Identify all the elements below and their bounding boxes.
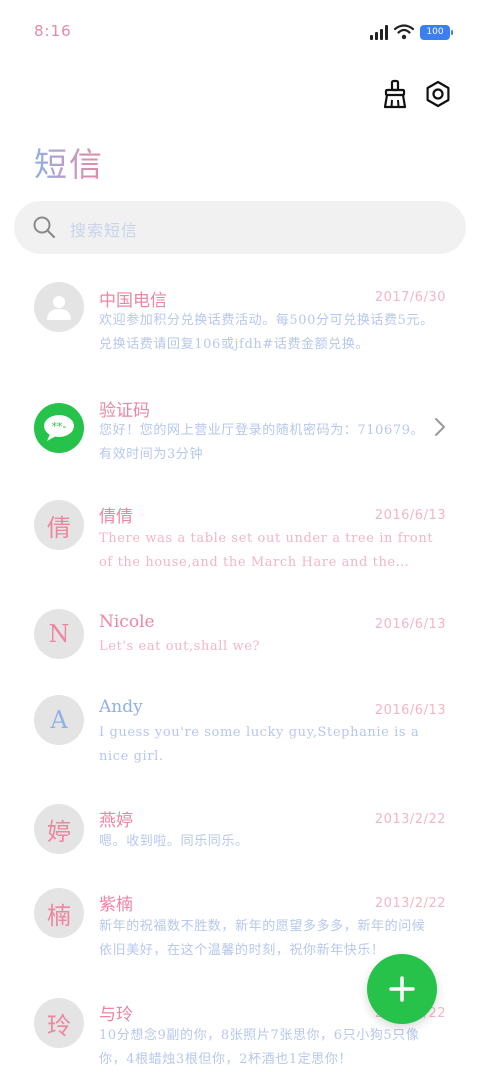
message-preview: 欢迎参加积分兑换话费活动。每500分可兑换话费5元。兑换话费请回复106或jfd… [99,313,434,352]
avatar [34,282,84,332]
avatar: A [34,695,84,745]
search-placeholder: 搜索短信 [70,221,139,240]
svg-text:**-: **- [52,420,67,433]
list-item[interactable]: 婷 燕婷 2013/2/22 嗯。收到啦。同乐同乐。 [0,804,480,864]
sender-name: 燕婷 [99,811,133,831]
status-bar: 8:16 100 [0,0,480,66]
message-date: 2013/2/22 [374,812,446,827]
sender-name: 紫楠 [99,895,133,915]
avatar: 倩 [34,500,84,550]
sender-name: 验证码 [99,401,150,421]
plus-icon [389,976,415,1002]
list-item[interactable]: N Nicole 2016/6/13 Let's eat out,shall w… [0,609,480,669]
message-preview: 嗯。收到啦。同乐同乐。 [99,834,249,849]
sender-name: 与玲 [99,1005,133,1025]
message-preview: 新年的祝福数不胜数，新年的愿望多多多，新年的问候依旧美好，在这个温馨的时刻，祝你… [99,919,426,958]
broom-icon [383,79,407,109]
chevron-right-icon [435,418,445,436]
avatar: 玲 [34,998,84,1048]
message-date: 2016/6/13 [374,617,446,632]
battery-level: 100 [426,27,444,37]
sender-name: Andy [99,697,143,717]
search-icon [33,216,56,239]
message-date: 2016/6/13 [374,703,446,718]
gear-icon [426,80,450,108]
settings-button[interactable] [420,76,456,112]
avatar: 楠 [34,888,84,938]
status-icons: 100 [370,24,453,40]
list-item[interactable]: 倩 倩倩 2016/6/13 There was a table set out… [0,500,480,580]
message-preview: 您好！您的网上营业厅登录的随机密码为：710679。有效时间为3分钟 [99,423,425,462]
message-preview: There was a table set out under a tree i… [99,531,434,570]
avatar: 婷 [34,804,84,854]
battery-icon: 100 [420,24,453,40]
message-date: 2017/6/30 [374,290,446,305]
signal-icon [370,24,388,40]
list-item[interactable]: **- 验证码 您好！您的网上营业厅登录的随机密码为：710679。有效时间为3… [0,401,480,469]
sender-name: Nicole [99,612,155,632]
person-icon [47,296,71,320]
message-preview: I guess you're some lucky guy,Stephanie … [99,725,420,764]
avatar: N [34,609,84,659]
list-item[interactable]: 中国电信 2017/6/30 欢迎参加积分兑换话费活动。每500分可兑换话费5元… [0,282,480,372]
clean-button[interactable] [377,76,413,112]
new-message-button[interactable] [367,954,437,1024]
list-item[interactable]: A Andy 2016/6/13 I guess you're some luc… [0,695,480,775]
message-date: 2013/2/22 [374,896,446,911]
avatar: **- [34,403,84,453]
search-input[interactable]: 搜索短信 [14,201,466,254]
wifi-icon [394,24,414,40]
message-preview: 10分想念9副的你，8张照片7张思你，6只小狗5只像你，4根蜡烛3根但你，2杯酒… [99,1028,420,1067]
page-title: 短信 [34,138,104,186]
sender-name: 倩倩 [99,507,133,527]
sender-name: 中国电信 [99,291,167,311]
message-bubble-icon: **- [44,415,74,441]
message-preview: Let's eat out,shall we? [99,639,261,654]
status-time: 8:16 [34,22,72,40]
message-date: 2016/6/13 [374,508,446,523]
